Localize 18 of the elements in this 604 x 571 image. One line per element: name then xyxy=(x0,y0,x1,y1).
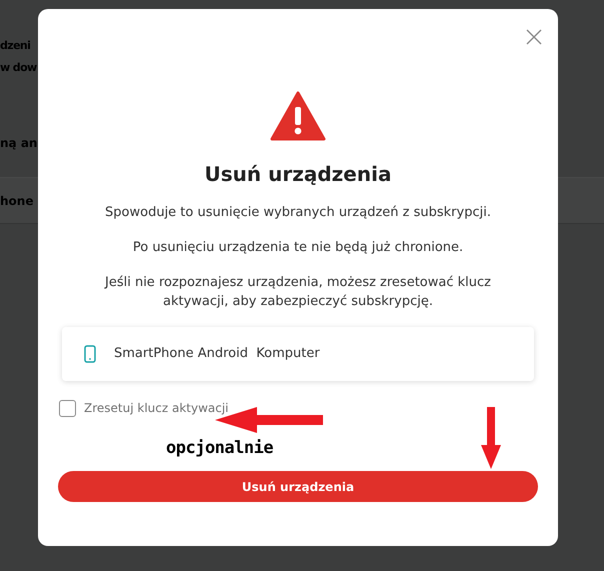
close-button[interactable] xyxy=(526,29,542,45)
description-text: dzeni xyxy=(0,39,30,52)
annotation-note: opcjonalnie xyxy=(166,437,274,460)
phone-icon xyxy=(84,345,96,363)
arrow-annotation xyxy=(481,407,501,469)
close-icon xyxy=(526,29,542,45)
dialog-text: Po usunięciu urządzenia te nie będą już chronione. xyxy=(132,239,464,257)
dialog-text: Jeśli nie rozpoznajesz urządzenia, możesz zresetować klucz aktywacji, aby zabezpieczyć subskrypcję. xyxy=(103,274,492,311)
device-name: SmartPhone Android Komputer xyxy=(114,345,320,364)
checkbox[interactable] xyxy=(59,400,76,416)
description-text: w dow xyxy=(0,61,37,74)
remove-devices-button[interactable]: Usuń urządzenia xyxy=(58,471,538,502)
dialog-title: Usuń urządzenia xyxy=(204,161,392,188)
warning-icon xyxy=(270,91,326,141)
device-name: hone xyxy=(0,192,34,210)
section-label: ną an xyxy=(0,136,38,150)
checkbox-label[interactable]: Zresetuj klucz aktywacji xyxy=(84,399,229,417)
dialog-text: Spowoduje to usunięcie wybranych urządzeń z subskrypcji. xyxy=(104,204,492,222)
